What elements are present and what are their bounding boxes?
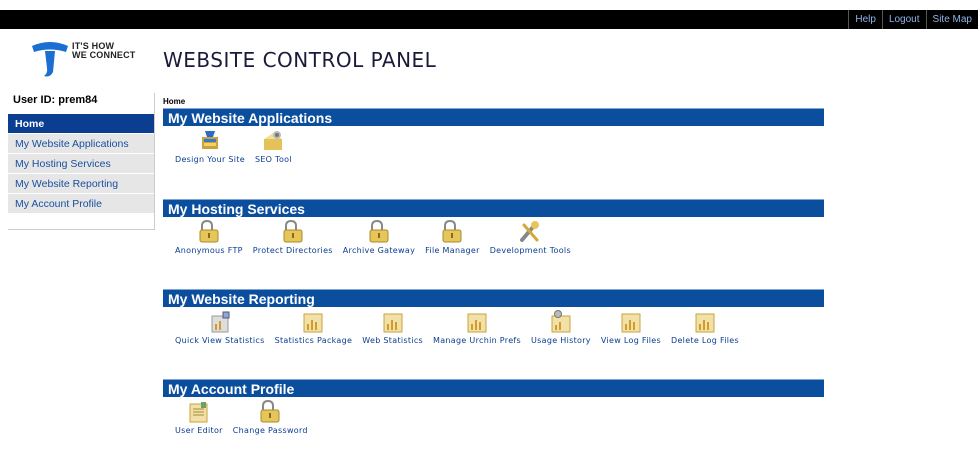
section-website-reporting: My Website Reporting Quick View Statisti… — [163, 289, 824, 345]
lock-icon — [369, 220, 389, 243]
usage-history-button[interactable]: Usage History — [531, 310, 591, 345]
app-label: Change Password — [232, 426, 308, 435]
sidebar-item-website-reporting[interactable]: My Website Reporting — [8, 174, 154, 194]
app-label: Statistics Package — [274, 336, 353, 345]
anonymous-ftp-button[interactable]: Anonymous FTP — [175, 220, 243, 255]
protect-directories-button[interactable]: Protect Directories — [253, 220, 333, 255]
user-editor-button[interactable]: User Editor — [175, 400, 223, 435]
manage-urchin-prefs-button[interactable]: Manage Urchin Prefs — [433, 310, 521, 345]
lock-icon — [283, 220, 303, 243]
section-header: My Hosting Services — [163, 199, 824, 217]
app-label: Quick View Statistics — [175, 336, 265, 345]
quick-view-statistics-button[interactable]: Quick View Statistics — [175, 310, 265, 345]
logo-line-2: WE CONNECT — [72, 50, 136, 60]
breadcrumb: Home — [163, 97, 186, 106]
change-password-button[interactable]: Change Password — [233, 400, 308, 435]
sidebar: User ID: prem84 Home My Website Applicat… — [8, 93, 155, 230]
sidebar-item-website-applications[interactable]: My Website Applications — [8, 134, 154, 154]
logout-link[interactable]: Logout — [881, 10, 926, 29]
seo-tool-button[interactable]: SEO Tool — [255, 129, 292, 164]
section-header: My Website Reporting — [163, 289, 824, 307]
quick-stats-icon — [211, 311, 230, 333]
chart-icon — [303, 313, 323, 333]
delete-log-files-button[interactable]: Delete Log Files — [671, 310, 739, 345]
lock-icon — [260, 400, 280, 423]
chart-icon — [695, 313, 715, 333]
section-header: My Website Applications — [163, 108, 824, 126]
app-label: Design Your Site — [175, 155, 245, 164]
tools-icon — [520, 221, 540, 242]
telstra-logo[interactable]: IT'S HOW WE CONNECT — [30, 40, 140, 80]
development-tools-button[interactable]: Development Tools — [490, 220, 571, 255]
sidebar-item-hosting-services[interactable]: My Hosting Services — [8, 154, 154, 174]
app-label: User Editor — [175, 426, 223, 435]
design-your-site-button[interactable]: Design Your Site — [175, 129, 245, 164]
page-title: WEBSITE CONTROL PANEL — [163, 48, 437, 72]
app-label: Delete Log Files — [670, 336, 739, 345]
app-label: Development Tools — [489, 246, 571, 255]
design-icon — [201, 131, 218, 149]
logo-tagline: IT'S HOW WE CONNECT — [72, 42, 136, 60]
lock-icon — [442, 220, 462, 243]
app-label: Protect Directories — [252, 246, 333, 255]
chart-icon — [621, 313, 641, 333]
telstra-t-icon — [32, 42, 68, 77]
app-label: Web Statistics — [362, 336, 424, 345]
lock-icon — [199, 220, 219, 243]
user-id-label: User ID: prem84 — [13, 94, 98, 106]
chart-icon — [383, 313, 403, 333]
app-label: View Log Files — [600, 336, 661, 345]
archive-gateway-button[interactable]: Archive Gateway — [343, 220, 415, 255]
sidebar-item-account-profile[interactable]: My Account Profile — [8, 194, 154, 214]
section-website-applications: My Website Applications Design Your Site… — [163, 108, 824, 164]
user-editor-icon — [189, 402, 208, 423]
site-map-link[interactable]: Site Map — [925, 10, 978, 29]
top-links: Help Logout Site Map — [848, 10, 978, 29]
app-label: Usage History — [531, 336, 591, 345]
statistics-package-button[interactable]: Statistics Package — [275, 310, 353, 345]
app-label: Manage Urchin Prefs — [433, 336, 522, 345]
app-label: Archive Gateway — [342, 246, 416, 255]
sidebar-item-home[interactable]: Home — [8, 114, 154, 134]
top-bar: Help Logout Site Map — [0, 10, 978, 29]
app-label: SEO Tool — [254, 155, 292, 164]
view-log-files-button[interactable]: View Log Files — [601, 310, 661, 345]
app-label: File Manager — [425, 246, 480, 255]
section-account-profile: My Account Profile User Editor Change Pa… — [163, 379, 824, 435]
chart-icon — [467, 313, 487, 333]
web-statistics-button[interactable]: Web Statistics — [362, 310, 423, 345]
section-header: My Account Profile — [163, 379, 824, 397]
file-manager-button[interactable]: File Manager — [425, 220, 480, 255]
app-label: Anonymous FTP — [175, 246, 243, 255]
seo-icon — [264, 131, 283, 150]
section-hosting-services: My Hosting Services Anonymous FTP Protec… — [163, 199, 824, 255]
help-link[interactable]: Help — [848, 10, 882, 29]
chart-gear-icon — [551, 310, 571, 333]
